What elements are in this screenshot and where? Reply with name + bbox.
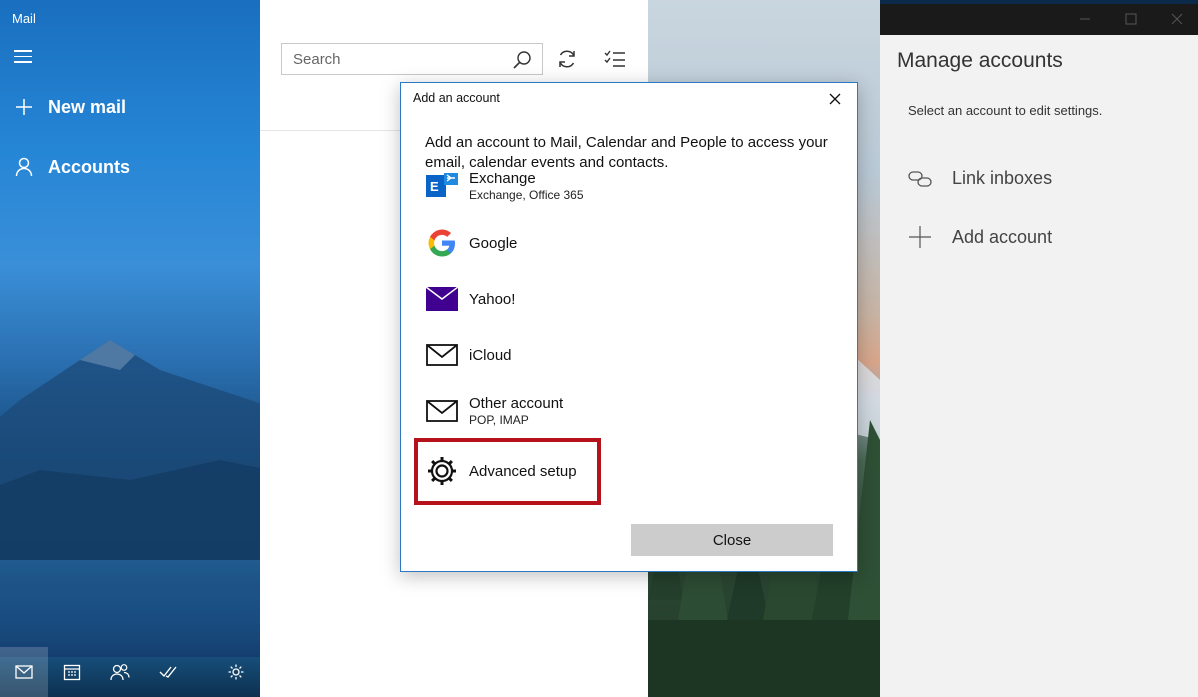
sync-button[interactable] (554, 46, 580, 72)
new-mail-label: New mail (48, 96, 127, 117)
close-icon (829, 93, 841, 105)
people-icon (110, 664, 130, 681)
dialog-intro-text: Add an account to Mail, Calendar and Peo… (425, 133, 835, 173)
account-option-other[interactable]: Other account POP, IMAP (425, 394, 563, 428)
plus-icon (12, 95, 36, 119)
calendar-switch-button[interactable] (48, 647, 96, 697)
settings-button[interactable] (212, 647, 260, 697)
yahoo-mail-icon (425, 282, 459, 316)
settings-icon (228, 664, 244, 680)
account-option-advanced-setup[interactable]: Advanced setup (425, 454, 577, 488)
dialog-close-button[interactable]: Close (631, 524, 833, 556)
hamburger-menu-button[interactable] (14, 50, 34, 66)
selection-mode-button[interactable] (602, 46, 628, 72)
add-account-button[interactable]: Add account (908, 225, 1052, 249)
accounts-label: Accounts (48, 156, 131, 177)
exchange-icon: E (425, 169, 459, 203)
app-title: Mail (12, 11, 36, 26)
search-icon[interactable] (512, 50, 532, 75)
manage-accounts-subtitle: Select an account to edit settings. (908, 103, 1103, 118)
accounts-button[interactable]: Accounts (12, 155, 130, 179)
navigation-pane: Mail New mail Accounts (0, 0, 260, 697)
account-desc: POP, IMAP (469, 413, 529, 427)
dialog-title: Add an account (413, 91, 500, 105)
maximize-icon (1125, 13, 1137, 25)
account-option-exchange[interactable]: E Exchange Exchange, Office 365 (425, 169, 584, 203)
window-close-button[interactable] (1166, 8, 1188, 30)
link-inboxes-button[interactable]: Link inboxes (908, 168, 1052, 189)
todo-switch-button[interactable] (144, 647, 192, 697)
mail-icon (425, 394, 459, 428)
dialog-close-x-button[interactable] (825, 89, 845, 109)
search-input[interactable] (293, 50, 513, 68)
account-name: Advanced setup (469, 462, 577, 480)
minimize-icon (1080, 18, 1090, 20)
account-name: Google (469, 234, 518, 252)
account-option-yahoo[interactable]: Yahoo! (425, 282, 515, 316)
account-name: Yahoo! (469, 290, 516, 308)
search-box (281, 43, 543, 75)
manage-accounts-title: Manage accounts (897, 49, 1063, 72)
maximize-button[interactable] (1120, 8, 1142, 30)
account-name: Other account (469, 395, 564, 412)
svg-text:E: E (430, 179, 439, 194)
mail-icon (425, 338, 459, 372)
mountain-backdrop (0, 340, 260, 590)
people-switch-button[interactable] (96, 647, 144, 697)
manage-accounts-panel: Manage accounts Select an account to edi… (880, 35, 1198, 697)
link-icon (908, 170, 932, 187)
sync-icon (559, 50, 575, 68)
account-option-google[interactable]: Google (425, 226, 517, 260)
add-account-dialog: Add an account Add an account to Mail, C… (400, 82, 858, 572)
account-name: iCloud (469, 346, 512, 364)
app-switcher-bar (0, 647, 260, 697)
mail-switch-button[interactable] (0, 647, 48, 697)
account-desc: Exchange, Office 365 (469, 188, 584, 202)
new-mail-button[interactable]: New mail (12, 95, 126, 119)
close-icon (1171, 13, 1183, 25)
mail-icon (15, 665, 33, 679)
checklist-icon (604, 50, 625, 67)
account-option-icloud[interactable]: iCloud (425, 338, 512, 372)
todo-icon (159, 666, 177, 678)
add-account-label: Add account (952, 226, 1053, 247)
lake-backdrop (0, 560, 260, 657)
minimize-button[interactable] (1074, 8, 1096, 30)
calendar-icon (63, 664, 81, 681)
person-icon (12, 155, 36, 179)
link-inboxes-label: Link inboxes (952, 168, 1053, 188)
google-icon (425, 226, 459, 260)
gear-icon (425, 454, 459, 488)
plus-icon (909, 226, 931, 248)
